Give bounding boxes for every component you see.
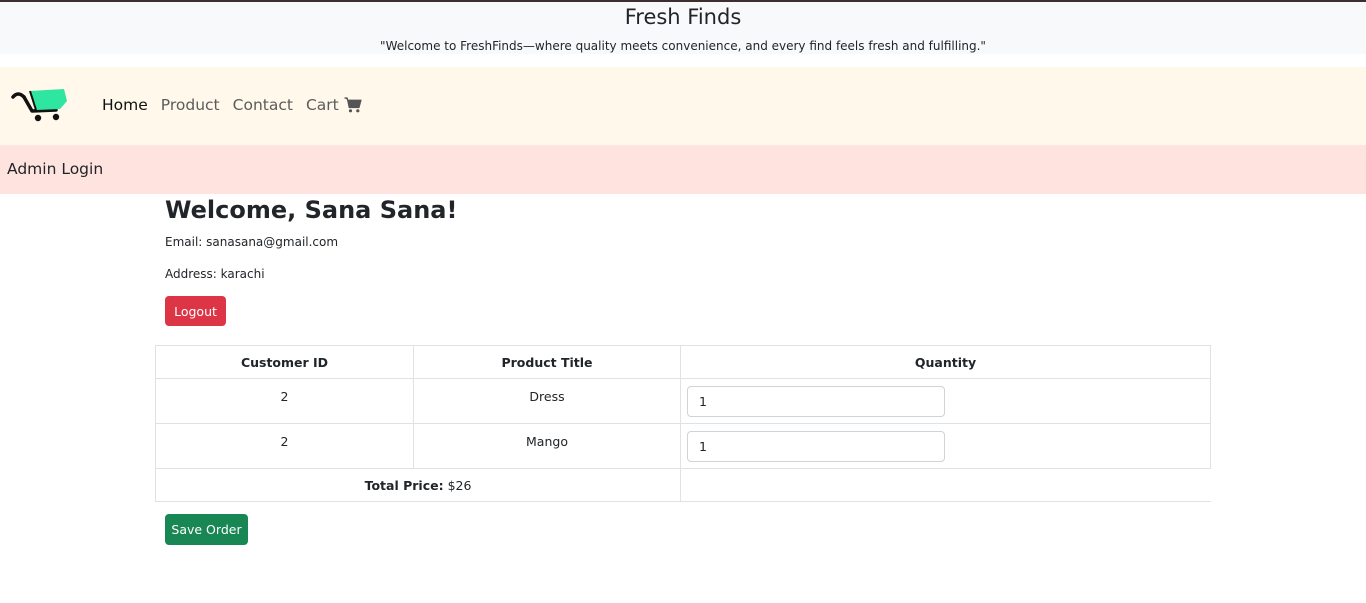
quantity-input[interactable] [687, 386, 945, 417]
user-email: Email: sanasana@gmail.com [165, 235, 339, 249]
quantity-cell [680, 378, 1211, 424]
site-title: Fresh Finds [624, 5, 742, 29]
quantity-cell [680, 423, 1211, 469]
table-row: 2 Mango [155, 423, 1211, 469]
navbar: Home Product Contact Cart [0, 67, 1366, 145]
product-title-cell: Dress [413, 378, 681, 424]
nav-contact-link[interactable]: Contact [233, 96, 293, 114]
save-order-button[interactable]: Save Order [165, 514, 248, 545]
logout-button[interactable]: Logout [165, 296, 226, 326]
nav-cart-label: Cart [305, 96, 339, 114]
table-row: 2 Dress [155, 378, 1211, 424]
total-price-cell: Total Price: $26 [155, 468, 681, 502]
customer-id-cell: 2 [155, 378, 414, 424]
customer-id-cell: 2 [155, 423, 414, 469]
user-address: Address: karachi [165, 267, 265, 281]
column-header-quantity: Quantity [680, 345, 1211, 379]
quantity-input[interactable] [687, 431, 945, 462]
total-row: Total Price: $26 [155, 468, 1211, 502]
orders-table: Customer ID Product Title Quantity 2 Dre… [155, 345, 1211, 502]
site-tagline: "Welcome to FreshFinds—where quality mee… [380, 39, 986, 53]
total-price-label: Total Price: [364, 477, 444, 493]
cart-icon [344, 97, 362, 113]
site-header: Fresh Finds "Welcome to FreshFinds—where… [0, 0, 1366, 54]
welcome-heading: Welcome, Sana Sana! [165, 196, 458, 224]
total-empty-cell [680, 468, 1211, 502]
product-title-cell: Mango [413, 423, 681, 469]
nav-cart-link[interactable]: Cart [306, 96, 362, 114]
nav-product-link[interactable]: Product [161, 96, 220, 114]
column-header-customer-id: Customer ID [155, 345, 414, 379]
shopping-cart-logo-icon[interactable] [10, 83, 70, 123]
table-header-row: Customer ID Product Title Quantity [155, 345, 1211, 379]
admin-login-link[interactable]: Admin Login [7, 160, 103, 178]
total-price-value: $26 [447, 477, 472, 493]
column-header-product-title: Product Title [413, 345, 681, 379]
admin-bar: Admin Login [0, 145, 1366, 194]
nav-home-link[interactable]: Home [102, 96, 148, 114]
nav-links: Home Product Contact Cart [102, 96, 375, 114]
